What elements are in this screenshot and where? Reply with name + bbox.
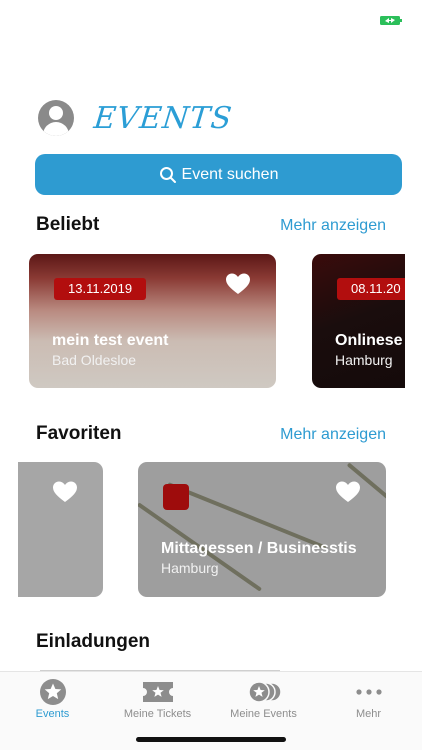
tab-label: Meine Tickets <box>123 708 192 720</box>
tab-events[interactable]: Events <box>0 678 105 720</box>
event-city: Bad Oldesloe <box>52 352 137 368</box>
event-city: Hamburg <box>335 352 393 368</box>
event-badge <box>163 484 189 510</box>
popular-carousel[interactable]: 13.11.2019 mein test event Bad Oldesloe … <box>0 254 405 388</box>
avatar[interactable] <box>38 100 74 136</box>
app-logo: EVENTS <box>92 100 235 136</box>
event-title: Mittagessen / Businesstis <box>161 540 357 557</box>
event-title: Onlinese <box>335 332 403 349</box>
section-title-invitations: Einladungen <box>36 631 150 652</box>
ticket-icon <box>142 682 173 702</box>
favorite-card[interactable]: Mittagessen / Businesstis Hamburg <box>138 462 386 597</box>
search-button-label: Event suchen <box>181 165 279 183</box>
event-card[interactable]: 13.11.2019 mein test event Bad Oldesloe <box>29 254 276 388</box>
event-date-badge: 13.11.2019 <box>54 278 147 300</box>
tab-my-tickets[interactable]: Meine Tickets <box>105 678 210 720</box>
section-title-favorites: Favoriten <box>36 423 122 444</box>
event-date-badge: 08.11.20 <box>337 278 405 300</box>
heart-icon[interactable] <box>52 480 78 504</box>
favorites-more-link[interactable]: Mehr anzeigen <box>280 426 386 444</box>
status-bar <box>0 0 422 44</box>
favorites-carousel[interactable]: Mittagessen / Businesstis Hamburg <box>0 462 405 597</box>
section-title-popular: Beliebt <box>36 214 100 235</box>
home-indicator[interactable] <box>136 737 286 742</box>
battery-icon <box>380 16 402 25</box>
tab-my-events[interactable]: Meine Events <box>211 678 316 720</box>
star-circle-icon <box>39 679 66 705</box>
search-event-button[interactable]: Event suchen <box>35 154 402 195</box>
popular-more-link[interactable]: Mehr anzeigen <box>280 217 386 235</box>
event-card[interactable]: 08.11.20 Onlinese Hamburg <box>312 254 405 388</box>
more-dots-icon <box>355 689 382 695</box>
event-city: Hamburg <box>161 560 219 576</box>
event-title: mein test event <box>52 332 169 349</box>
stacked-coins-icon <box>247 681 282 703</box>
search-icon <box>159 166 176 183</box>
favorite-card[interactable] <box>18 462 103 597</box>
tab-label: Events <box>35 708 70 720</box>
tab-label: Mehr <box>355 708 382 720</box>
heart-icon[interactable] <box>335 480 361 504</box>
tab-label: Meine Events <box>230 708 297 720</box>
tab-more[interactable]: Mehr <box>316 678 421 720</box>
app-header: EVENTS <box>38 100 235 136</box>
heart-icon[interactable] <box>225 272 251 296</box>
